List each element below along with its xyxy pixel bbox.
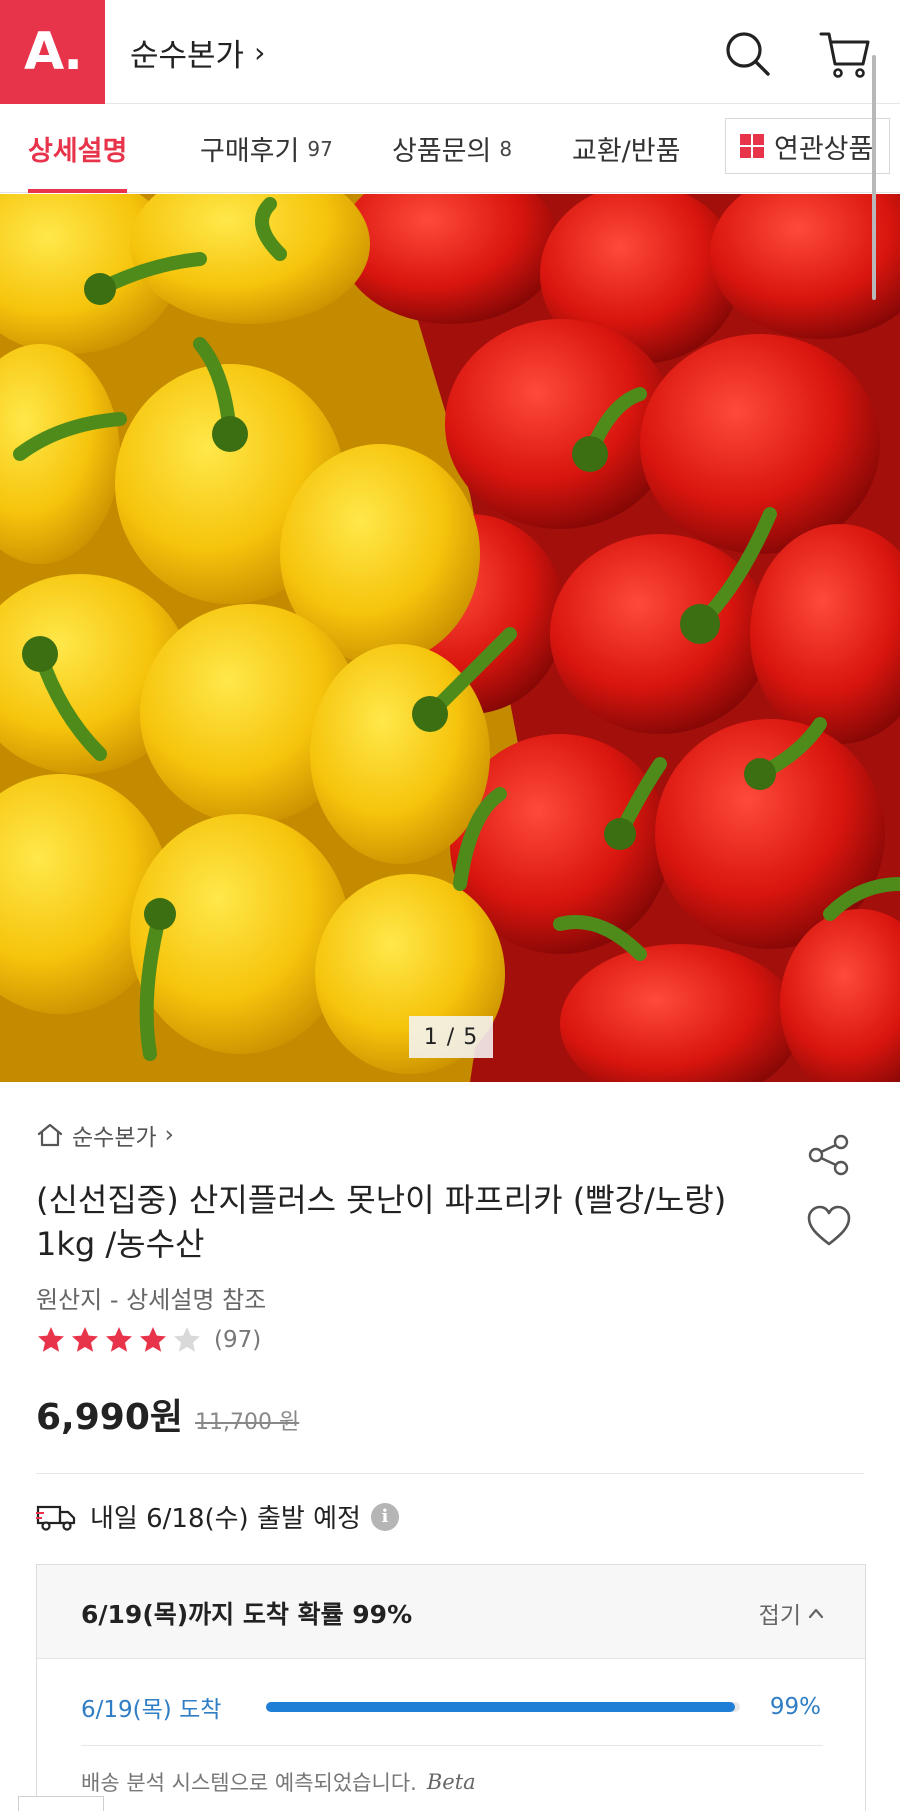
- app-logo[interactable]: A.: [0, 0, 105, 104]
- tab-detail[interactable]: 상세설명: [28, 104, 128, 193]
- tab-label: 구매후기: [200, 136, 300, 167]
- top-header: A. 순수본가 ›: [0, 0, 900, 104]
- rating-row[interactable]: (97): [36, 1325, 261, 1355]
- star-filled-icon: [38, 1327, 64, 1352]
- product-image[interactable]: [0, 194, 900, 1082]
- star-empty-icon: [174, 1327, 200, 1352]
- delivery-box-header[interactable]: 6/19(목)까지 도착 확률 99% 접기: [37, 1565, 865, 1659]
- home-icon: [37, 1123, 63, 1147]
- truck-icon: [36, 1505, 76, 1531]
- delivery-estimate-box: 6/19(목)까지 도착 확률 99% 접기 6/19(목) 도착 99% 배송…: [36, 1564, 866, 1811]
- rating-count: (97): [214, 1327, 262, 1353]
- chevron-up-icon: [808, 1608, 824, 1619]
- image-counter: 1 / 5: [409, 1016, 493, 1058]
- collapse-button[interactable]: 접기: [759, 1596, 825, 1630]
- collapse-label: 접기: [758, 1603, 801, 1629]
- star-filled-icon: [72, 1327, 98, 1352]
- info-icon[interactable]: i: [370, 1502, 399, 1531]
- tab-label: 상품문의: [392, 136, 492, 167]
- arrival-date: 6/19(목) 도착: [81, 1697, 222, 1723]
- tab-reviews[interactable]: 구매후기 97: [200, 104, 333, 193]
- sale-price: 6,990원: [36, 1397, 183, 1438]
- heart-icon[interactable]: [806, 1204, 852, 1248]
- tab-label: 연관상품: [774, 133, 874, 165]
- tab-label: 상세설명: [28, 136, 128, 167]
- probability-percent: 99%: [769, 1694, 821, 1720]
- grid-icon: [740, 134, 764, 158]
- cart-icon[interactable]: [815, 24, 875, 84]
- product-origin: 원산지 - 상세설명 참조: [36, 1286, 267, 1314]
- original-price: 11,700 원: [195, 1410, 300, 1435]
- bottom-button-edge[interactable]: [18, 1796, 104, 1811]
- tab-inquiries[interactable]: 상품문의 8: [392, 104, 512, 193]
- probability-bar: [265, 1702, 740, 1712]
- store-name: 순수본가: [130, 38, 245, 74]
- product-tab-bar: 상세설명 구매후기 97 상품문의 8 교환/반품 연관상품: [0, 104, 900, 193]
- star-filled-icon: [140, 1327, 166, 1352]
- star-filled-icon: [106, 1327, 132, 1352]
- delivery-note-text: 배송 분석 시스템으로 예측되었습니다.: [81, 1771, 417, 1795]
- tab-label: 교환/반품: [572, 136, 681, 167]
- scrollbar[interactable]: [872, 55, 876, 300]
- tab-count: 8: [499, 136, 513, 161]
- store-name-link[interactable]: 순수본가 ›: [130, 30, 265, 75]
- tab-exchange-return[interactable]: 교환/반품: [572, 104, 680, 193]
- search-icon[interactable]: [718, 24, 778, 84]
- store-crumb-label: 순수본가: [72, 1125, 157, 1151]
- chevron-right-icon: ›: [254, 36, 266, 69]
- pepper-photo: [0, 194, 900, 1082]
- divider: [36, 1473, 864, 1474]
- delivery-probability-title: 6/19(목)까지 도착 확률 99%: [81, 1600, 413, 1629]
- chevron-right-icon: ›: [164, 1122, 174, 1148]
- share-icon[interactable]: [806, 1132, 852, 1178]
- tab-count: 97: [307, 136, 333, 161]
- delivery-probability-row: 6/19(목) 도착 99%: [81, 1687, 821, 1727]
- tab-related-products[interactable]: 연관상품: [725, 118, 890, 174]
- delivery-note: 배송 분석 시스템으로 예측되었습니다. Beta: [81, 1767, 476, 1797]
- shipping-row: 내일 6/18(수) 출발 예정 i: [36, 1498, 399, 1535]
- probability-bar-fill: [265, 1702, 736, 1712]
- shipping-text: 내일 6/18(수) 출발 예정: [90, 1504, 361, 1534]
- beta-label: Beta: [426, 1770, 476, 1794]
- store-crumb-link[interactable]: 순수본가 ›: [36, 1118, 174, 1152]
- price-row: 6,990원 11,700 원: [36, 1388, 299, 1440]
- divider: [81, 1745, 823, 1746]
- rating-stars: [36, 1325, 206, 1355]
- product-title: (신선집중) 산지플러스 못난이 파프리카 (빨강/노랑) 1kg /농수산: [36, 1181, 727, 1263]
